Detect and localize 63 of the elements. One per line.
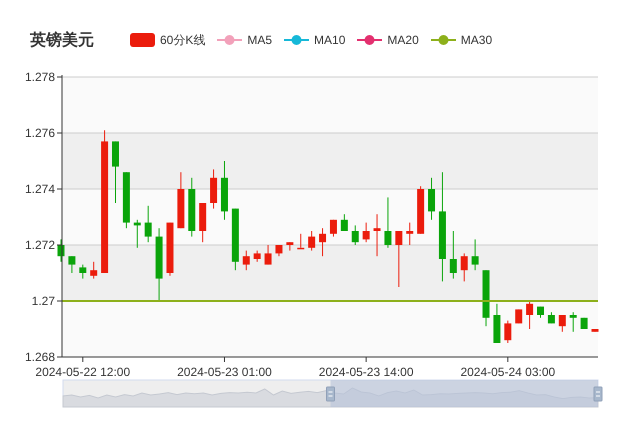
x-axis-label: 2024-05-23 14:00 bbox=[318, 365, 414, 379]
candlestick bbox=[526, 300, 534, 330]
x-axis-label: 2024-05-22 12:00 bbox=[35, 365, 130, 379]
candlestick bbox=[450, 230, 457, 280]
candlestick bbox=[308, 230, 316, 252]
candlestick bbox=[384, 196, 392, 248]
candlestick bbox=[330, 219, 337, 238]
candlestick bbox=[68, 256, 76, 274]
candlestick bbox=[264, 244, 272, 266]
legend-item[interactable]: MA30 bbox=[430, 33, 492, 47]
candlestick bbox=[515, 308, 522, 324]
candlestick bbox=[254, 250, 261, 262]
candlestick bbox=[428, 177, 436, 220]
candlestick bbox=[558, 314, 566, 332]
candlestick bbox=[79, 264, 86, 280]
candlestick bbox=[286, 242, 294, 252]
legend-item[interactable]: MA20 bbox=[357, 33, 419, 47]
candlestick bbox=[297, 233, 304, 250]
candlestick bbox=[112, 140, 119, 204]
candlestick bbox=[340, 214, 348, 232]
candlestick bbox=[242, 250, 250, 271]
candlestick bbox=[417, 186, 424, 234]
candlestick bbox=[199, 202, 206, 243]
candlestick bbox=[406, 222, 414, 246]
y-axis-label: 1.276 bbox=[24, 126, 55, 140]
candlestick bbox=[90, 261, 98, 280]
candlestick bbox=[395, 230, 402, 288]
candlestick bbox=[275, 244, 282, 257]
y-axis-label: 1.268 bbox=[24, 350, 55, 364]
range-slider[interactable] bbox=[62, 380, 598, 408]
candlestick bbox=[352, 224, 359, 246]
candlestick bbox=[188, 177, 196, 238]
candlestick bbox=[134, 219, 141, 248]
candlestick bbox=[220, 160, 228, 220]
candlestick bbox=[374, 214, 381, 257]
chart-title: 英镑美元 bbox=[30, 30, 94, 50]
slider-handle[interactable] bbox=[594, 386, 602, 402]
slider-handle[interactable] bbox=[326, 386, 335, 402]
candlestick bbox=[482, 270, 490, 327]
candlestick bbox=[362, 222, 370, 243]
candlestick bbox=[319, 228, 326, 257]
x-axis-label: 2024-05-23 01:00 bbox=[177, 365, 272, 379]
candlestick bbox=[504, 320, 512, 344]
candlestick bbox=[537, 306, 544, 318]
y-axis-label: 1.272 bbox=[24, 238, 55, 252]
legend-item[interactable]: MA10 bbox=[284, 33, 346, 47]
x-axis-label: 2024-05-24 03:00 bbox=[460, 365, 556, 379]
candlestick bbox=[592, 328, 598, 332]
candlestick bbox=[460, 252, 468, 282]
y-axis-label: 1.274 bbox=[24, 182, 55, 196]
candlestick bbox=[493, 303, 500, 344]
legend-item[interactable]: 60分K线 bbox=[130, 32, 206, 48]
candlestick bbox=[210, 168, 218, 210]
legend-item[interactable]: MA5 bbox=[217, 33, 272, 47]
candlestick bbox=[472, 238, 479, 271]
candlestick bbox=[144, 205, 152, 243]
y-axis-label: 1.27 bbox=[32, 294, 55, 308]
candlestick bbox=[570, 312, 577, 332]
candlestick bbox=[177, 172, 184, 229]
y-axis-label: 1.278 bbox=[24, 70, 55, 84]
candlestick bbox=[580, 317, 588, 330]
candlestick bbox=[58, 238, 64, 262]
candlestick bbox=[548, 312, 555, 324]
